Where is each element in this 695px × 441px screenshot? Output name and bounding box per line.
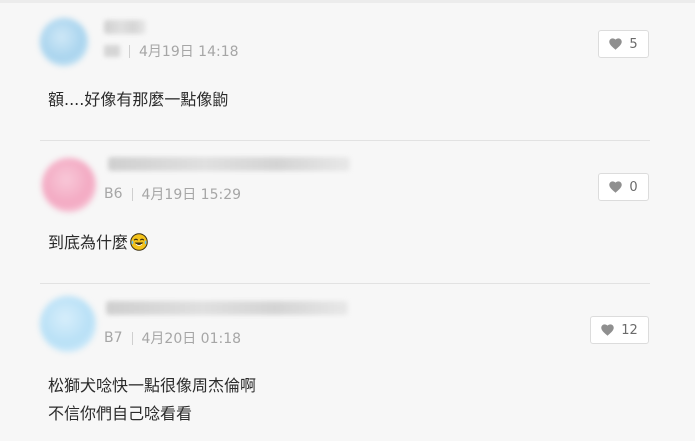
floor-number: B6 (104, 186, 123, 202)
comment-body: 松獅犬唸快一點很像周杰倫啊 不信你們自己唸看看 (48, 376, 257, 423)
floor-number-blurred (104, 45, 120, 57)
laughing-tears-emoji-icon (130, 233, 148, 251)
author-name-blurred (108, 157, 350, 171)
heart-icon (601, 324, 614, 336)
meta-divider (131, 331, 133, 345)
like-count: 0 (629, 179, 638, 195)
comment-date: 4月19日 15:29 (141, 187, 242, 203)
like-button[interactable]: 12 (590, 316, 649, 344)
author-name-blurred (106, 301, 348, 315)
comment-thread: 4月19日 14:18 5 額....好像有那麼一點像鼩 B6 4月19日 15… (0, 0, 695, 441)
avatar[interactable] (40, 18, 88, 66)
comment-date: 4月20日 01:18 (141, 331, 242, 347)
comment-date: 4月19日 14:18 (139, 44, 239, 60)
heart-icon (609, 181, 623, 193)
meta-divider (129, 44, 130, 58)
avatar[interactable] (42, 158, 96, 212)
floor-number: B7 (104, 330, 123, 346)
like-button[interactable]: 5 (598, 30, 649, 58)
comment-body: 到底為什麼 (48, 229, 148, 257)
avatar[interactable] (40, 296, 96, 352)
like-button[interactable]: 0 (598, 173, 649, 201)
comment-meta: B7 4月20日 01:18 (104, 328, 241, 348)
comment-meta: 4月19日 14:18 (104, 41, 239, 61)
heart-icon (609, 38, 623, 50)
meta-divider (131, 187, 133, 201)
author-name-blurred (104, 20, 146, 34)
comment-body-text: 到底為什麼 (48, 233, 129, 252)
comment-divider (40, 140, 650, 141)
like-count: 12 (621, 322, 638, 338)
like-count: 5 (629, 36, 638, 52)
comment-body: 額....好像有那麼一點像鼩 (48, 90, 229, 109)
comment-meta: B6 4月19日 15:29 (104, 184, 241, 204)
comment-divider (40, 283, 650, 284)
